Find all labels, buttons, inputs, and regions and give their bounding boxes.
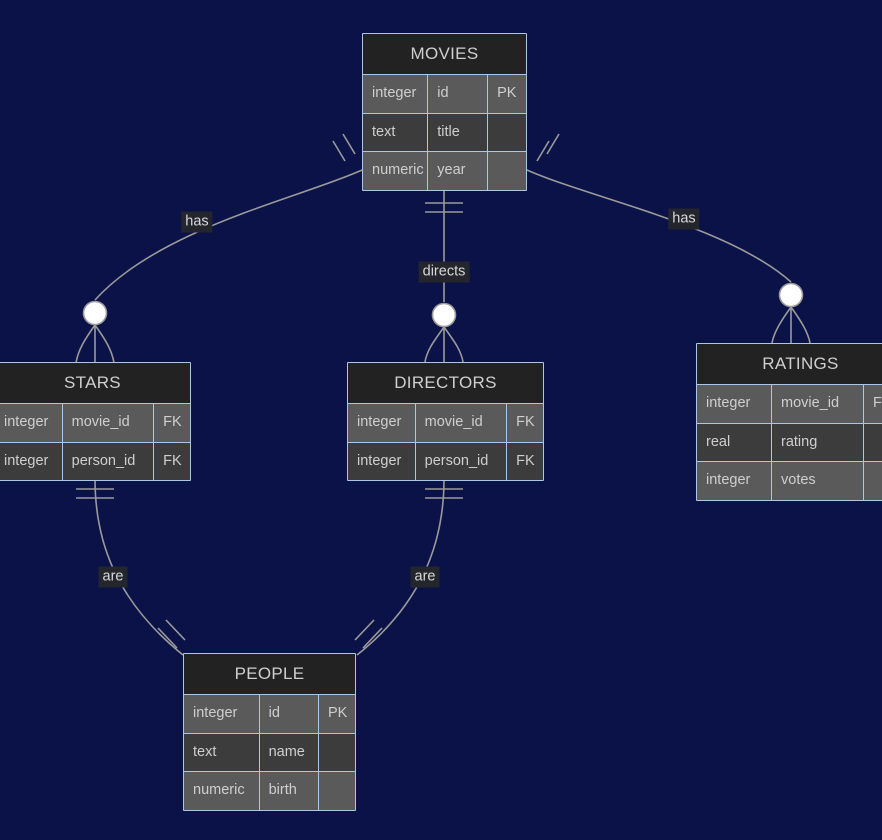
edge-movies-stars (94, 169, 363, 301)
marker-people-left-one2 (165, 619, 186, 641)
entity-stars[interactable]: STARS integer movie_id FK integer person… (0, 362, 191, 481)
attr-key (319, 733, 355, 771)
attr-key: FK (864, 385, 882, 423)
er-diagram-canvas: MOVIES integer id PK text title numeric … (0, 0, 882, 840)
marker-ratings-many (771, 306, 811, 344)
attr-type: integer (0, 442, 63, 480)
attr-type: integer (363, 75, 429, 113)
attr-name: votes (772, 462, 864, 500)
attr-name: name (259, 733, 320, 771)
marker-movies-ratings-one2 (546, 133, 560, 155)
attr-key: FK (507, 404, 544, 442)
attr-key: FK (507, 442, 544, 480)
attr-type: text (363, 113, 429, 151)
entity-directors-attr-row: integer person_id FK (348, 442, 544, 480)
attr-key (864, 462, 882, 500)
attr-type: real (697, 423, 772, 461)
entity-movies-attr-row: numeric year (363, 152, 527, 190)
attr-type: integer (0, 404, 63, 442)
attr-type: integer (184, 695, 260, 733)
relationship-label-movies-stars: has (181, 211, 213, 233)
relationship-label-movies-directors: directs (418, 261, 470, 283)
attr-name: birth (259, 772, 320, 810)
relationship-label-stars-people: are (98, 566, 128, 588)
entity-ratings-attr-row: integer movie_id FK (697, 385, 882, 424)
attr-name: movie_id (62, 404, 155, 442)
attr-key: FK (154, 404, 191, 442)
attr-type: numeric (363, 152, 429, 190)
entity-ratings[interactable]: RATINGS integer movie_id FK real rating … (696, 343, 882, 501)
marker-movies-stars-one (332, 140, 346, 162)
entity-movies-attr-row: integer id PK (363, 75, 527, 114)
entity-people-title: PEOPLE (184, 654, 355, 695)
attr-name: movie_id (772, 385, 864, 423)
attr-type: integer (348, 404, 416, 442)
attr-name: person_id (415, 442, 508, 480)
entity-directors-attr-row: integer movie_id FK (348, 404, 544, 443)
entity-movies-title: MOVIES (363, 34, 526, 75)
relationship-label-directors-people: are (410, 566, 440, 588)
attr-key (319, 772, 355, 810)
entity-directors-title: DIRECTORS (348, 363, 543, 404)
entity-people-attr-row: integer id PK (184, 695, 355, 734)
entity-people[interactable]: PEOPLE integer id PK text name numeric b… (183, 653, 356, 811)
entity-ratings-attr-row: integer votes (697, 462, 882, 500)
entity-stars-title: STARS (0, 363, 190, 404)
entity-movies-attr-row: text title (363, 113, 527, 152)
attr-name: person_id (62, 442, 155, 480)
marker-movies-ratings-one (536, 140, 550, 162)
marker-stars-zero (82, 300, 108, 326)
marker-directors-many (424, 326, 464, 363)
attr-type: integer (697, 462, 772, 500)
marker-ratings-zero (778, 282, 804, 308)
attr-name: id (428, 75, 489, 113)
edge-movies-ratings (526, 169, 792, 283)
entity-ratings-title: RATINGS (697, 344, 882, 385)
marker-movies-stars-one2 (342, 133, 356, 155)
attr-type: integer (348, 442, 416, 480)
attr-key (488, 113, 527, 151)
marker-people-left-one (157, 627, 178, 649)
entity-directors[interactable]: DIRECTORS integer movie_id FK integer pe… (347, 362, 544, 481)
marker-people-right-one2 (354, 619, 375, 641)
entity-ratings-attr-row: real rating (697, 423, 882, 462)
attr-key: PK (488, 75, 527, 113)
attr-key: FK (154, 442, 191, 480)
attr-type: text (184, 733, 260, 771)
attr-type: numeric (184, 772, 260, 810)
attr-name: id (259, 695, 320, 733)
entity-movies[interactable]: MOVIES integer id PK text title numeric … (362, 33, 527, 191)
attr-key (864, 423, 882, 461)
marker-people-right-one (362, 627, 383, 649)
relationship-label-movies-ratings: has (668, 208, 700, 230)
attr-key: PK (319, 695, 355, 733)
attr-name: rating (772, 423, 864, 461)
attr-type: integer (697, 385, 772, 423)
attr-key (488, 152, 527, 190)
entity-stars-attr-row: integer movie_id FK (0, 404, 191, 443)
marker-directors-zero (431, 302, 457, 328)
attr-name: movie_id (415, 404, 508, 442)
marker-stars-many (75, 324, 115, 364)
attr-name: year (428, 152, 489, 190)
entity-people-attr-row: text name (184, 733, 355, 772)
entity-people-attr-row: numeric birth (184, 772, 355, 810)
attr-name: title (428, 113, 489, 151)
entity-stars-attr-row: integer person_id FK (0, 442, 191, 480)
